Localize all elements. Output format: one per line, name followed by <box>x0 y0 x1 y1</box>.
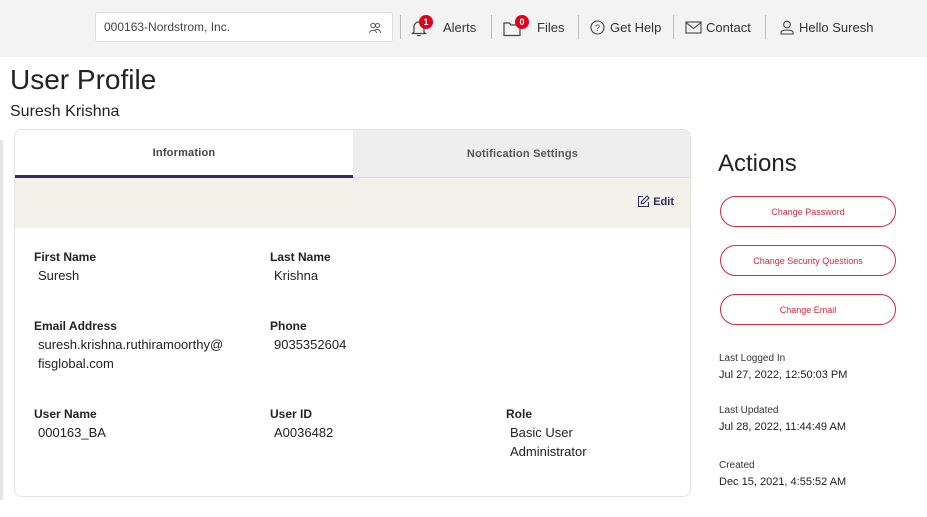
change-security-questions-button[interactable]: Change Security Questions <box>720 245 896 276</box>
profile-card: Information Notification Settings Edit F… <box>14 129 691 497</box>
phone-label: Phone <box>270 319 307 333</box>
email-label: Email Address <box>34 319 117 333</box>
edit-toolbar: Edit <box>15 178 690 228</box>
left-panel-edge <box>0 140 3 500</box>
help-icon: ? <box>590 19 605 35</box>
last-name-label: Last Name <box>270 250 331 264</box>
nav-separator <box>673 15 674 39</box>
alerts-link[interactable]: 1 Alerts <box>411 15 476 39</box>
page-subtitle: Suresh Krishna <box>10 103 120 120</box>
edit-icon <box>638 195 650 208</box>
change-password-button[interactable]: Change Password <box>720 196 896 227</box>
svg-text:?: ? <box>595 23 600 33</box>
user-name-label: User Name <box>34 407 97 421</box>
contact-link[interactable]: Contact <box>685 15 751 39</box>
change-email-button[interactable]: Change Email <box>720 294 896 325</box>
alerts-label: Alerts <box>443 19 477 35</box>
get-help-label: Get Help <box>610 19 662 35</box>
nav-separator <box>400 15 401 39</box>
user-id-label: User ID <box>270 407 313 421</box>
files-count-badge: 0 <box>515 15 529 29</box>
edit-button[interactable]: Edit <box>637 195 674 208</box>
user-id-value: A0036482 <box>274 425 334 440</box>
first-name-value: Suresh <box>38 268 80 283</box>
mail-icon <box>685 20 702 34</box>
user-icon <box>780 20 794 35</box>
tab-information[interactable]: Information <box>15 130 353 178</box>
phone-value: 9035352604 <box>274 337 347 352</box>
company-selector[interactable]: 000163-Nordstrom, Inc. <box>95 12 393 42</box>
files-label: Files <box>537 19 565 35</box>
actions-title: Actions <box>718 150 797 177</box>
role-value-line2: Administrator <box>510 444 587 459</box>
last-updated-label: Last Updated <box>719 405 779 416</box>
folder-icon: 0 <box>503 15 529 39</box>
get-help-link[interactable]: ? Get Help <box>590 15 661 39</box>
contact-label: Contact <box>706 19 751 35</box>
last-logged-in-value: Jul 27, 2022, 12:50:03 PM <box>719 369 848 381</box>
role-value-line1: Basic User <box>510 425 573 440</box>
tab-notification-settings[interactable]: Notification Settings <box>353 130 690 178</box>
role-label: Role <box>506 407 533 421</box>
user-name-value: 000163_BA <box>38 425 106 440</box>
bell-icon: 1 <box>411 15 433 39</box>
nav-separator <box>765 15 766 39</box>
created-label: Created <box>719 460 755 471</box>
last-name-value: Krishna <box>274 268 319 283</box>
files-link[interactable]: 0 Files <box>503 15 564 39</box>
top-bar: 000163-Nordstrom, Inc. 1 Alerts 0 Files <box>0 0 927 57</box>
edit-label: Edit <box>653 195 674 208</box>
profile-tabs: Information Notification Settings <box>15 130 690 178</box>
user-greeting: Hello Suresh <box>799 19 874 35</box>
email-value-line1: suresh.krishna.ruthiramoorthy@ <box>38 337 224 352</box>
group-icon[interactable] <box>368 21 382 35</box>
nav-separator <box>491 15 492 39</box>
alerts-count-badge: 1 <box>419 15 433 29</box>
last-updated-value: Jul 28, 2022, 11:44:49 AM <box>719 421 846 433</box>
user-menu[interactable]: Hello Suresh <box>780 15 873 39</box>
email-value-line2: fisglobal.com <box>38 356 114 371</box>
page-title: User Profile <box>10 64 157 95</box>
nav-separator <box>578 15 579 39</box>
created-value: Dec 15, 2021, 4:55:52 AM <box>719 476 847 488</box>
last-logged-in-label: Last Logged In <box>719 353 786 364</box>
first-name-label: First Name <box>34 250 97 264</box>
company-selector-value: 000163-Nordstrom, Inc. <box>104 20 231 34</box>
